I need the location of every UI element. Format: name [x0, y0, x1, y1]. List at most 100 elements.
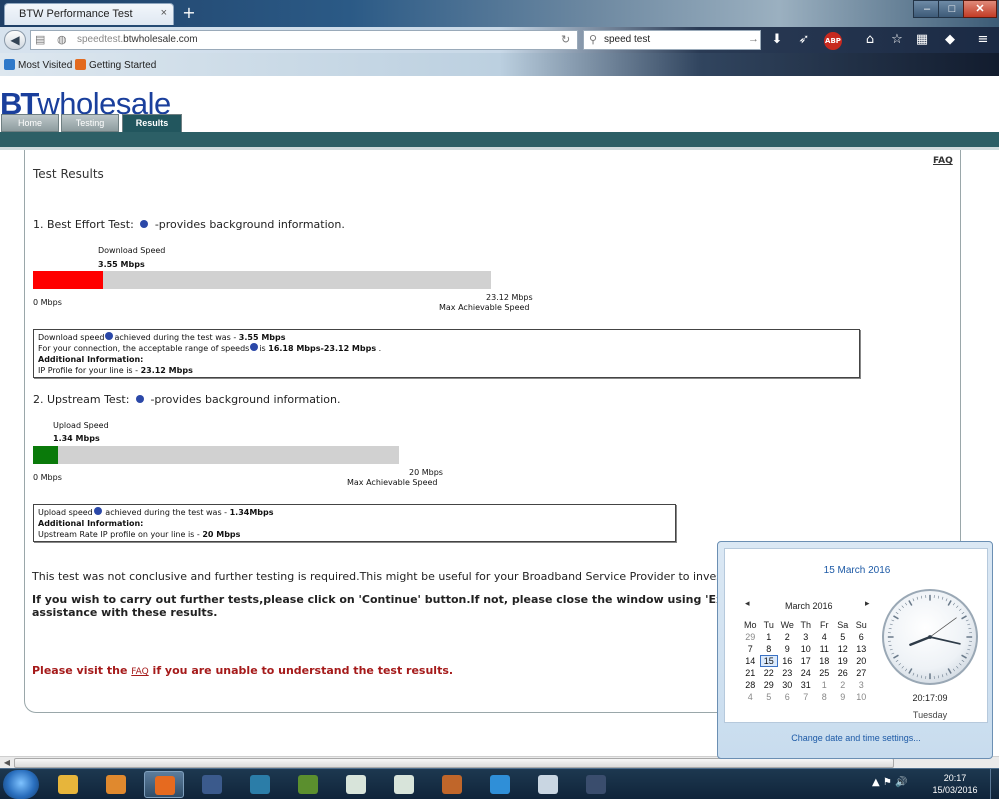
- identity-icon[interactable]: ◍: [57, 33, 67, 46]
- bookmark-most-visited[interactable]: Most Visited: [4, 59, 72, 71]
- tab-results[interactable]: Results: [122, 114, 182, 133]
- bookmark-getting-started[interactable]: Getting Started: [75, 59, 156, 71]
- browser-tab[interactable]: BTW Performance Test ×: [4, 3, 174, 25]
- adblock-icon[interactable]: ABP: [824, 32, 842, 50]
- calendar-day[interactable]: 20: [852, 655, 871, 667]
- calendar-day[interactable]: 11: [815, 643, 834, 655]
- calendar-day[interactable]: 28: [741, 679, 760, 691]
- calendar-day[interactable]: 19: [834, 655, 853, 667]
- taskbar-media-player-icon[interactable]: [96, 771, 136, 798]
- taskbar-clock[interactable]: 20:17 15/03/2016: [920, 772, 990, 796]
- calendar-day[interactable]: 24: [797, 667, 816, 679]
- url-bar[interactable]: ▤ ◍ speedtest.btwholesale.com ↻: [30, 30, 578, 50]
- calendar-day[interactable]: 10: [852, 691, 871, 703]
- taskbar-game-3-icon[interactable]: [432, 771, 472, 798]
- taskbar-window-2-icon[interactable]: [384, 771, 424, 798]
- browser-titlebar: BTW Performance Test × + – □ ✕: [0, 0, 999, 27]
- close-tab-icon[interactable]: ×: [161, 7, 167, 19]
- calendar-day[interactable]: 8: [815, 691, 834, 703]
- calendar-day[interactable]: 18: [815, 655, 834, 667]
- taskbar-game-4-icon[interactable]: [576, 771, 616, 798]
- prev-month-icon[interactable]: ◂: [745, 599, 750, 609]
- search-go-icon[interactable]: →: [748, 33, 759, 45]
- reload-icon[interactable]: ↻: [561, 33, 570, 46]
- addon-icon[interactable]: ◆: [941, 32, 959, 50]
- calendar-day[interactable]: 30: [778, 679, 797, 691]
- taskbar-game-star-icon[interactable]: [192, 771, 232, 798]
- calendar-day[interactable]: 21: [741, 667, 760, 679]
- scroll-thumb[interactable]: [14, 758, 894, 768]
- calendar-day[interactable]: 9: [778, 643, 797, 655]
- calendar-day[interactable]: 12: [834, 643, 853, 655]
- help-icon[interactable]: [250, 343, 259, 351]
- maximize-button[interactable]: □: [938, 0, 966, 18]
- taskbar-firefox-icon[interactable]: [144, 771, 184, 798]
- search-input[interactable]: ⚲ speed test →: [583, 30, 761, 50]
- bookmarks-list-icon[interactable]: ▦: [913, 32, 931, 50]
- calendar-day[interactable]: 5: [760, 691, 779, 703]
- change-date-time-link[interactable]: Change date and time settings...: [718, 733, 994, 743]
- show-desktop-button[interactable]: [990, 769, 999, 799]
- start-button[interactable]: [3, 770, 39, 799]
- calendar-day[interactable]: 7: [797, 691, 816, 703]
- close-window-button[interactable]: ✕: [963, 0, 997, 18]
- help-icon[interactable]: [93, 507, 102, 515]
- calendar-day[interactable]: 3: [852, 679, 871, 691]
- calendar-day[interactable]: 5: [834, 631, 853, 643]
- calendar-month[interactable]: March 2016: [785, 601, 833, 611]
- taskbar-minecraft-icon[interactable]: [288, 771, 328, 798]
- next-month-icon[interactable]: ▸: [865, 599, 870, 609]
- calendar-day[interactable]: 1: [760, 631, 779, 643]
- calendar-day[interactable]: 4: [815, 631, 834, 643]
- taskbar-game-2-icon[interactable]: [240, 771, 280, 798]
- calendar-day[interactable]: 6: [852, 631, 871, 643]
- menu-icon[interactable]: ≡: [974, 32, 992, 50]
- new-tab-button[interactable]: +: [180, 5, 198, 23]
- calendar-day[interactable]: 13: [852, 643, 871, 655]
- taskbar-window-1-icon[interactable]: [336, 771, 376, 798]
- tab-home[interactable]: Home: [1, 114, 59, 132]
- calendar-day[interactable]: 25: [815, 667, 834, 679]
- calendar-day[interactable]: 3: [797, 631, 816, 643]
- tab-testing[interactable]: Testing: [61, 114, 119, 132]
- calendar-day[interactable]: 16: [778, 655, 797, 667]
- calendar-day[interactable]: 15: [759, 655, 778, 667]
- calendar-full-date[interactable]: 15 March 2016: [725, 565, 989, 576]
- window-2-icon: [394, 775, 414, 794]
- calendar-day[interactable]: 2: [778, 631, 797, 643]
- taskbar-internet-explorer-icon[interactable]: [480, 771, 520, 798]
- help-icon[interactable]: [140, 220, 149, 228]
- calendar-day[interactable]: 10: [797, 643, 816, 655]
- calendar-day[interactable]: 1: [815, 679, 834, 691]
- help-icon[interactable]: [135, 395, 144, 403]
- download-icon[interactable]: ⬇: [768, 32, 786, 50]
- calendar-day[interactable]: 27: [852, 667, 871, 679]
- bookmark-star-icon[interactable]: ☆: [888, 32, 906, 50]
- system-tray[interactable]: ▲ ⚑ 🔊: [872, 777, 907, 788]
- calendar-day[interactable]: 29: [760, 679, 779, 691]
- calendar-day[interactable]: 22: [760, 667, 779, 679]
- send-icon[interactable]: ➶: [795, 32, 813, 50]
- calendar-day[interactable]: 9: [834, 691, 853, 703]
- clock-tick: [920, 675, 923, 679]
- calendar-day[interactable]: 14: [741, 655, 760, 667]
- calendar-day[interactable]: 6: [778, 691, 797, 703]
- calendar-day[interactable]: 4: [741, 691, 760, 703]
- clock-tick: [959, 608, 962, 611]
- calendar-day[interactable]: 31: [797, 679, 816, 691]
- taskbar-app-power-icon[interactable]: [528, 771, 568, 798]
- help-icon[interactable]: [105, 332, 114, 340]
- minimize-button[interactable]: –: [913, 0, 941, 18]
- faq-link[interactable]: FAQ: [933, 156, 953, 166]
- calendar-day[interactable]: 8: [760, 643, 779, 655]
- taskbar-explorer-icon[interactable]: [48, 771, 88, 798]
- calendar-day[interactable]: 23: [778, 667, 797, 679]
- calendar-day[interactable]: 29: [741, 631, 760, 643]
- calendar-day[interactable]: 17: [797, 655, 816, 667]
- home-icon[interactable]: ⌂: [861, 32, 879, 50]
- back-button[interactable]: ◀: [4, 30, 26, 50]
- faq-inline-link[interactable]: FAQ: [131, 667, 148, 677]
- calendar-day[interactable]: 2: [834, 679, 853, 691]
- calendar-day[interactable]: 26: [834, 667, 853, 679]
- calendar-day[interactable]: 7: [741, 643, 760, 655]
